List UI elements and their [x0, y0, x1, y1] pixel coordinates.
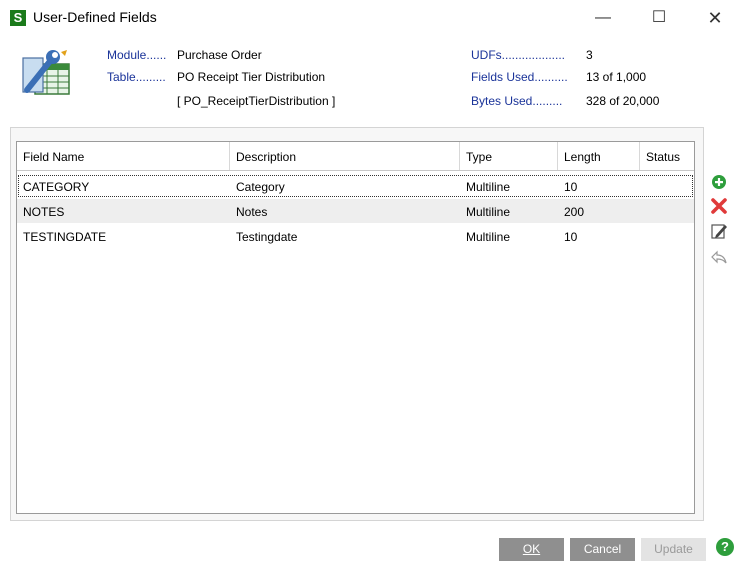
cell-length: 10: [564, 180, 578, 194]
cancel-button[interactable]: Cancel: [570, 538, 635, 561]
udf-grid[interactable]: Field Name Description Type Length Statu…: [16, 141, 695, 514]
column-header-status[interactable]: Status: [640, 142, 694, 170]
maximize-button[interactable]: ☐: [636, 4, 682, 32]
module-value: Purchase Order: [177, 48, 262, 62]
update-button[interactable]: Update: [641, 538, 706, 561]
cell-description: Category: [236, 180, 285, 194]
bytes-used-label: Bytes Used.........: [471, 94, 563, 108]
cell-status: [640, 224, 646, 248]
update-button-label: Update: [654, 542, 693, 556]
table-row[interactable]: TESTINGDATE Testingdate Multiline 10: [17, 224, 694, 248]
cell-type: Multiline: [466, 230, 511, 244]
ok-button[interactable]: OK: [499, 538, 564, 561]
close-button[interactable]: ✕: [692, 4, 735, 32]
fields-used-value: 13 of 1,000: [586, 70, 647, 84]
undo-icon[interactable]: [710, 248, 728, 266]
info-header: Module...... Purchase Order Table.......…: [0, 36, 735, 126]
cell-description: Testingdate: [236, 230, 298, 244]
cell-description: Notes: [236, 205, 268, 219]
help-icon[interactable]: ?: [716, 538, 734, 556]
ok-button-label: OK: [522, 542, 541, 556]
cell-type: Multiline: [466, 180, 511, 194]
grid-header: Field Name Description Type Length Statu…: [17, 142, 694, 171]
column-header-length[interactable]: Length: [558, 142, 640, 170]
cell-status: [640, 174, 646, 198]
cell-field-name: CATEGORY: [23, 180, 90, 194]
footer: OK Cancel Update: [0, 528, 735, 561]
add-icon[interactable]: [710, 173, 728, 191]
cell-status: [640, 199, 646, 223]
table-row[interactable]: CATEGORY Category Multiline 10: [17, 174, 694, 198]
udfs-value: 3: [586, 48, 593, 62]
cell-type: Multiline: [466, 205, 511, 219]
table-value: PO Receipt Tier Distribution: [177, 70, 326, 84]
cancel-button-label: Cancel: [583, 542, 622, 556]
cell-length: 200: [564, 205, 585, 219]
table-name: [ PO_ReceiptTierDistribution ]: [177, 94, 336, 108]
column-header-description[interactable]: Description: [230, 142, 460, 170]
fields-used-label: Fields Used..........: [471, 70, 568, 84]
edit-icon[interactable]: [710, 222, 728, 240]
delete-icon[interactable]: [710, 197, 728, 215]
udf-wrench-icon: [22, 50, 70, 95]
minimize-button[interactable]: —: [580, 4, 626, 32]
column-header-type[interactable]: Type: [460, 142, 558, 170]
window-title: User-Defined Fields: [33, 9, 157, 25]
column-header-field-name[interactable]: Field Name: [17, 142, 230, 170]
udfs-label: UDFs...................: [471, 48, 566, 62]
cell-field-name: NOTES: [23, 205, 65, 219]
app-icon: S: [10, 10, 26, 26]
bytes-used-value: 328 of 20,000: [586, 94, 660, 108]
table-label: Table.........: [107, 70, 166, 84]
table-row[interactable]: NOTES Notes Multiline 200: [17, 199, 694, 223]
title-bar: S User-Defined Fields — ☐ ✕: [0, 0, 735, 36]
cell-field-name: TESTINGDATE: [23, 230, 107, 244]
module-label: Module......: [107, 48, 167, 62]
cell-length: 10: [564, 230, 578, 244]
